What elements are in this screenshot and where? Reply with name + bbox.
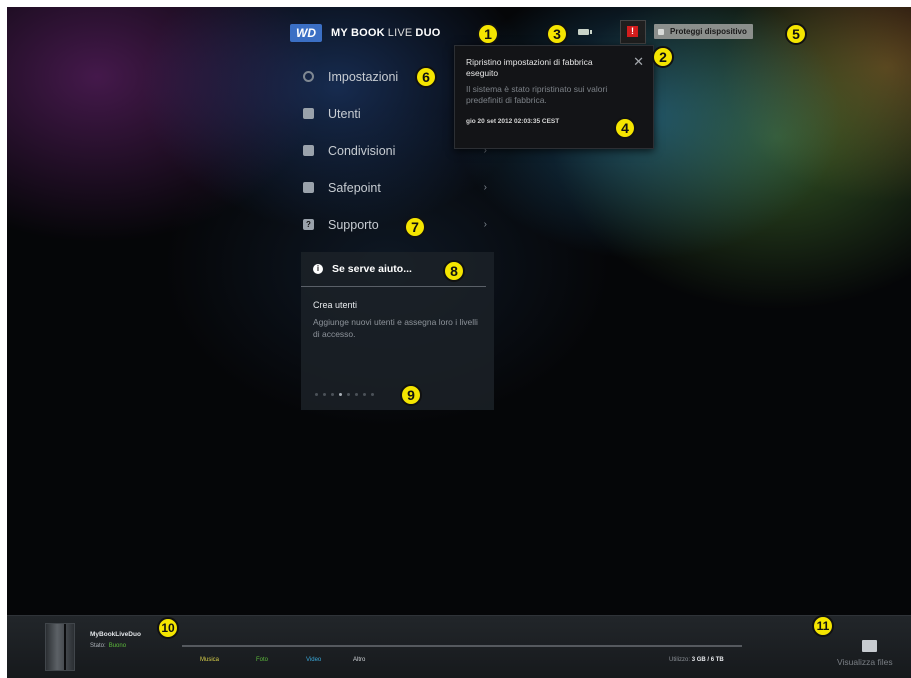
legend-photos: Foto [256, 657, 269, 663]
safepoint-icon [303, 182, 314, 193]
battery-icon[interactable] [578, 29, 592, 35]
legend-music: Musica [200, 657, 220, 663]
capacity-bar [182, 645, 742, 647]
callout-11: 11 [812, 615, 834, 637]
menu-item-label: Safepoint [328, 180, 381, 195]
callout-6: 6 [415, 66, 437, 88]
carousel-dot[interactable] [363, 393, 366, 396]
device-name: MyBookLiveDuo [90, 631, 141, 638]
header: WD MY BOOK LIVE DUO [290, 22, 440, 44]
callout-1: 1 [477, 23, 499, 45]
alert-icon: ! [627, 26, 638, 37]
capacity-usage-value: 3 GB / 6 TB [691, 657, 724, 663]
chevron-right-icon: › [483, 219, 487, 230]
callout-10: 10 [157, 617, 179, 639]
users-icon [303, 108, 314, 119]
carousel-dot[interactable] [355, 393, 358, 396]
callout-7: 7 [404, 216, 426, 238]
info-icon: i [313, 264, 323, 274]
carousel-dot[interactable] [371, 393, 374, 396]
callout-2: 2 [652, 46, 674, 68]
menu-item-supporto[interactable]: ? Supporto › [293, 206, 493, 243]
folder-icon[interactable] [862, 640, 877, 652]
view-files-button[interactable]: Visualizza files [837, 657, 893, 667]
product-name-suffix: DUO [415, 27, 441, 39]
carousel-dot[interactable] [323, 393, 326, 396]
carousel-dot[interactable] [347, 393, 350, 396]
capacity-usage: Utilizzo: 3 GB / 6 TB [669, 657, 724, 663]
carousel-dot[interactable] [315, 393, 318, 396]
legend-video: Video [306, 657, 322, 663]
help-title: Se serve aiuto... [332, 263, 412, 275]
callout-3: 3 [546, 23, 568, 45]
callout-4: 4 [614, 117, 636, 139]
device-state-label: Stato: [90, 643, 106, 649]
device-state-value: Buono [108, 643, 127, 649]
product-name-tm: LIVE [387, 27, 413, 39]
status-footer: MyBookLiveDuo Stato: Buono Musica Foto Vi… [7, 615, 911, 678]
notification-title: Ripristino impostazioni di fabbrica eseg… [466, 57, 593, 78]
gear-icon [303, 71, 314, 82]
help-panel: i Se serve aiuto... Crea utenti Aggiunge… [301, 252, 494, 410]
carousel-dots [315, 393, 374, 396]
support-icon: ? [303, 219, 314, 230]
alert-button[interactable]: ! [620, 20, 646, 44]
carousel-dot-active[interactable] [339, 393, 342, 396]
callout-8: 8 [443, 260, 465, 282]
help-tip-title: Crea utenti [313, 300, 358, 310]
menu-item-safepoint[interactable]: Safepoint › [293, 169, 493, 206]
close-icon[interactable]: ✕ [633, 54, 644, 70]
device-image [45, 623, 75, 671]
protect-device-label: Proteggi dispositivo [670, 27, 747, 36]
product-name: MY BOOK LIVE DUO [331, 27, 440, 39]
lock-icon [658, 28, 664, 35]
carousel-dot[interactable] [331, 393, 334, 396]
product-name-main: MY BOOK [331, 27, 385, 39]
device-state: Stato: Buono [90, 643, 126, 649]
wd-logo: WD [290, 24, 322, 42]
help-tip-description: Aggiunge nuovi utenti e assegna loro i l… [313, 317, 478, 339]
callout-9: 9 [400, 384, 422, 406]
capacity-usage-label: Utilizzo: [669, 657, 691, 663]
folder-icon [303, 145, 314, 156]
chevron-right-icon: › [483, 182, 487, 193]
legend-other: Altro [353, 657, 366, 663]
callout-5: 5 [785, 23, 807, 45]
notification-message: Il sistema è stato ripristinato sui valo… [466, 84, 608, 105]
notification-timestamp: gio 20 set 2012 02:03:35 CEST [466, 118, 560, 125]
protect-device-button[interactable]: Proteggi dispositivo [654, 24, 753, 39]
